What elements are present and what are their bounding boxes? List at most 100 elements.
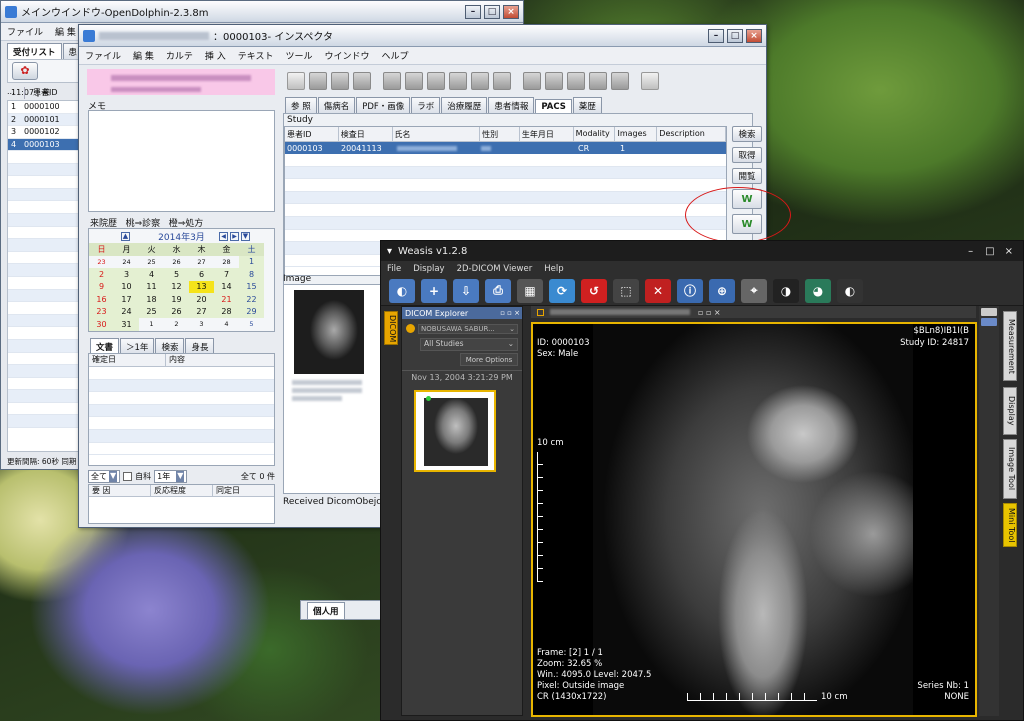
karte-tab[interactable]: 傷病名 — [317, 97, 356, 114]
layout-grid-icon[interactable]: ▦ — [517, 278, 543, 303]
copy-icon[interactable] — [471, 72, 489, 90]
print-icon[interactable] — [353, 72, 371, 90]
crosshair-icon[interactable]: ⌖ — [741, 278, 767, 303]
patient-row[interactable]: 2 0000101 — [8, 113, 78, 126]
karte-tab[interactable]: PDF・画像 — [356, 97, 411, 114]
patient-select[interactable]: NOBUSAWA SABUR... ⌄ — [418, 323, 518, 334]
study-column-header[interactable]: 検査日 — [339, 127, 393, 141]
calendar-day[interactable]: 25 — [139, 255, 164, 268]
calendar-day[interactable]: 28 — [214, 255, 239, 268]
inspector-menu-item[interactable]: 編 集 — [127, 49, 160, 62]
more-options-button[interactable]: More Options — [460, 353, 518, 366]
patient-row[interactable]: 1 0000100 — [8, 101, 78, 114]
inspector-menu-item[interactable]: ウインドウ — [319, 49, 376, 62]
synch-icon[interactable]: ⟳ — [549, 278, 575, 303]
search-button[interactable]: 検索 — [732, 126, 762, 142]
calendar-day[interactable]: 23 — [89, 305, 114, 318]
viewer-tab-controls[interactable]: ▫ ▫ × — [698, 308, 721, 317]
explorer-titlebar[interactable]: DICOM Explorer ▫ ▫ × — [402, 307, 522, 319]
paste-icon[interactable] — [493, 72, 511, 90]
dicom-side-tab[interactable]: DICOM — [384, 311, 398, 345]
calendar-day[interactable]: 23 — [89, 255, 114, 268]
calendar-day[interactable]: 11 — [139, 280, 164, 293]
calendar-day[interactable]: 16 — [89, 293, 114, 306]
settings-icon[interactable] — [641, 72, 659, 90]
col-factor[interactable]: 要 因 — [89, 485, 151, 496]
next-year-button[interactable]: ▼ — [241, 231, 250, 241]
calendar-day[interactable]: 17 — [114, 293, 139, 306]
mini-tool-tab[interactable]: Mini Tool — [1003, 503, 1017, 547]
redo-icon[interactable] — [427, 72, 445, 90]
maximize-button[interactable]: □ — [985, 246, 994, 257]
menu-edit[interactable]: 編 集 — [49, 25, 82, 38]
user-icon[interactable] — [611, 72, 629, 90]
karte-tab[interactable]: PACS — [535, 99, 572, 114]
dock-control-1[interactable] — [981, 308, 997, 316]
calendar-day[interactable]: 9 — [89, 280, 114, 293]
calendar-day[interactable]: 4 — [139, 268, 164, 281]
weasis-menu-item[interactable]: 2D-DICOM Viewer — [451, 264, 539, 274]
calendar-day[interactable]: 5 — [239, 318, 264, 331]
maximize-button[interactable]: □ — [484, 4, 500, 19]
study-column-header[interactable]: 患者ID — [285, 127, 339, 141]
calendar-day[interactable]: 6 — [189, 268, 214, 281]
kanji-icon[interactable]: ✿ — [12, 62, 38, 80]
study-column-header[interactable]: 氏名 — [393, 127, 481, 141]
tab-reception-list[interactable]: 受付リスト — [7, 43, 62, 60]
inspector-menu-item[interactable]: カルテ — [160, 49, 199, 62]
inspector-menu-item[interactable]: ツール — [280, 49, 319, 62]
dock-control-2[interactable] — [981, 318, 997, 326]
explorer-controls[interactable]: ▫ ▫ × — [500, 309, 520, 317]
close-button[interactable]: × — [503, 4, 519, 19]
maximize-button[interactable]: □ — [727, 28, 743, 43]
col-confirm-date[interactable]: 確定日 — [89, 354, 166, 366]
next-month-button[interactable]: ▶ — [230, 231, 239, 241]
add-dicom-icon[interactable]: + — [421, 278, 447, 303]
calendar-day[interactable]: 2 — [164, 318, 189, 331]
calendar-day[interactable]: 5 — [164, 268, 189, 281]
calendar-day[interactable]: 21 — [214, 293, 239, 306]
retrieve-button[interactable]: 取得 — [732, 147, 762, 163]
calendar-day[interactable]: 1 — [139, 318, 164, 331]
calendar-day[interactable]: 4 — [214, 318, 239, 331]
measurement-tab[interactable]: Measurement — [1003, 311, 1017, 381]
inspector-menu-item[interactable]: テキスト — [232, 49, 280, 62]
prev-month-button[interactable]: ◀ — [219, 231, 228, 241]
calendar-day[interactable]: 29 — [239, 305, 264, 318]
minimize-button[interactable]: – — [708, 28, 724, 43]
lut-icon[interactable]: ◕ — [805, 278, 831, 303]
calendar-day[interactable]: 27 — [189, 305, 214, 318]
calendar-day[interactable]: 13 — [189, 280, 214, 293]
series-thumbnail[interactable] — [414, 390, 496, 472]
inspector-menu-item[interactable]: ファイル — [79, 49, 127, 62]
tab-personal[interactable]: 個人用 — [307, 601, 345, 619]
calendar-day[interactable]: 24 — [114, 255, 139, 268]
calendar-day[interactable]: 26 — [164, 255, 189, 268]
calendar-day[interactable]: 7 — [214, 268, 239, 281]
calendar-day[interactable]: 2 — [89, 268, 114, 281]
minimize-button[interactable]: – — [465, 4, 481, 19]
weasis-menu-item[interactable]: Display — [407, 264, 450, 274]
inspector-menu-item[interactable]: 挿 入 — [199, 49, 232, 62]
display-tab[interactable]: Display — [1003, 387, 1017, 435]
calendar-day[interactable]: 25 — [139, 305, 164, 318]
study-column-header[interactable]: Images — [615, 127, 658, 141]
karte-tab[interactable]: 薬歴 — [572, 97, 602, 114]
study-row-selected[interactable]: 0000103 20041113 CR 1 — [285, 142, 726, 154]
col-reaction[interactable]: 反応程度 — [151, 485, 213, 496]
contrast-icon[interactable]: ◑ — [773, 278, 799, 303]
zoom-info-icon[interactable]: ⓘ — [677, 278, 703, 303]
self-dept-checkbox[interactable] — [123, 471, 133, 481]
calendar-day[interactable]: 3 — [114, 268, 139, 281]
image-tool-tab[interactable]: Image Tool — [1003, 439, 1017, 499]
reset-icon[interactable]: ✕ — [645, 278, 671, 303]
export-icon[interactable]: ⇩ — [453, 278, 479, 303]
cut-icon[interactable] — [449, 72, 467, 90]
calendar-day[interactable]: 8 — [239, 268, 264, 281]
calendar-day[interactable]: 1 — [239, 255, 264, 268]
study-column-header[interactable]: 生年月日 — [520, 127, 574, 141]
edit-icon[interactable] — [309, 72, 327, 90]
dicom-image-viewer[interactable]: ID: 0000103 Sex: Male $BLn8)IB1I(B Study… — [531, 322, 977, 717]
calendar-day[interactable]: 10 — [114, 280, 139, 293]
calendar-day[interactable]: 27 — [189, 255, 214, 268]
